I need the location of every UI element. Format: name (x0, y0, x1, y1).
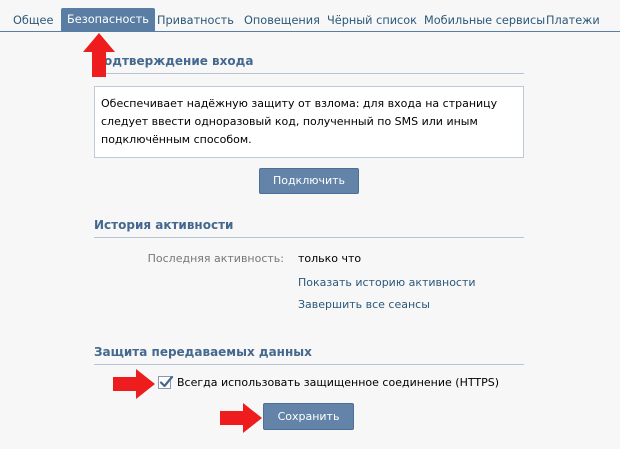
activity-title: История активности (94, 216, 524, 238)
save-button[interactable]: Сохранить (263, 403, 354, 430)
last-activity-value: только что (298, 252, 362, 265)
tab-blacklist[interactable]: Чёрный список (327, 9, 417, 32)
red-arrow-icon (220, 403, 262, 433)
red-arrow-icon (83, 33, 115, 77)
tab-notifications[interactable]: Оповещения (244, 9, 320, 32)
tab-security[interactable]: Безопасность (61, 8, 155, 32)
red-arrow-icon (113, 369, 155, 399)
show-history-link[interactable]: Показать историю активности (298, 276, 476, 289)
tab-general[interactable]: Общее (13, 9, 53, 32)
tab-mobile-services[interactable]: Мобильные сервисы (424, 9, 545, 32)
end-sessions-link[interactable]: Завершить все сеансы (298, 298, 430, 311)
login-confirm-description: Обеспечивает надёжную защиту от взлома: … (94, 86, 524, 158)
https-checkbox[interactable] (158, 375, 174, 389)
data-protection-title: Защита передаваемых данных (94, 343, 524, 365)
last-activity-label: Последняя активность: (147, 252, 284, 265)
https-label[interactable]: Всегда использовать защищенное соединени… (177, 376, 499, 389)
checkmark-icon (159, 375, 174, 388)
tab-payments[interactable]: Платежи (546, 9, 600, 32)
login-confirm-title: Подтверждение входа (94, 52, 524, 74)
settings-tabs: Общее Безопасность Приватность Оповещени… (0, 0, 620, 32)
connect-button[interactable]: Подключить (259, 168, 359, 194)
tab-privacy[interactable]: Приватность (157, 9, 234, 32)
